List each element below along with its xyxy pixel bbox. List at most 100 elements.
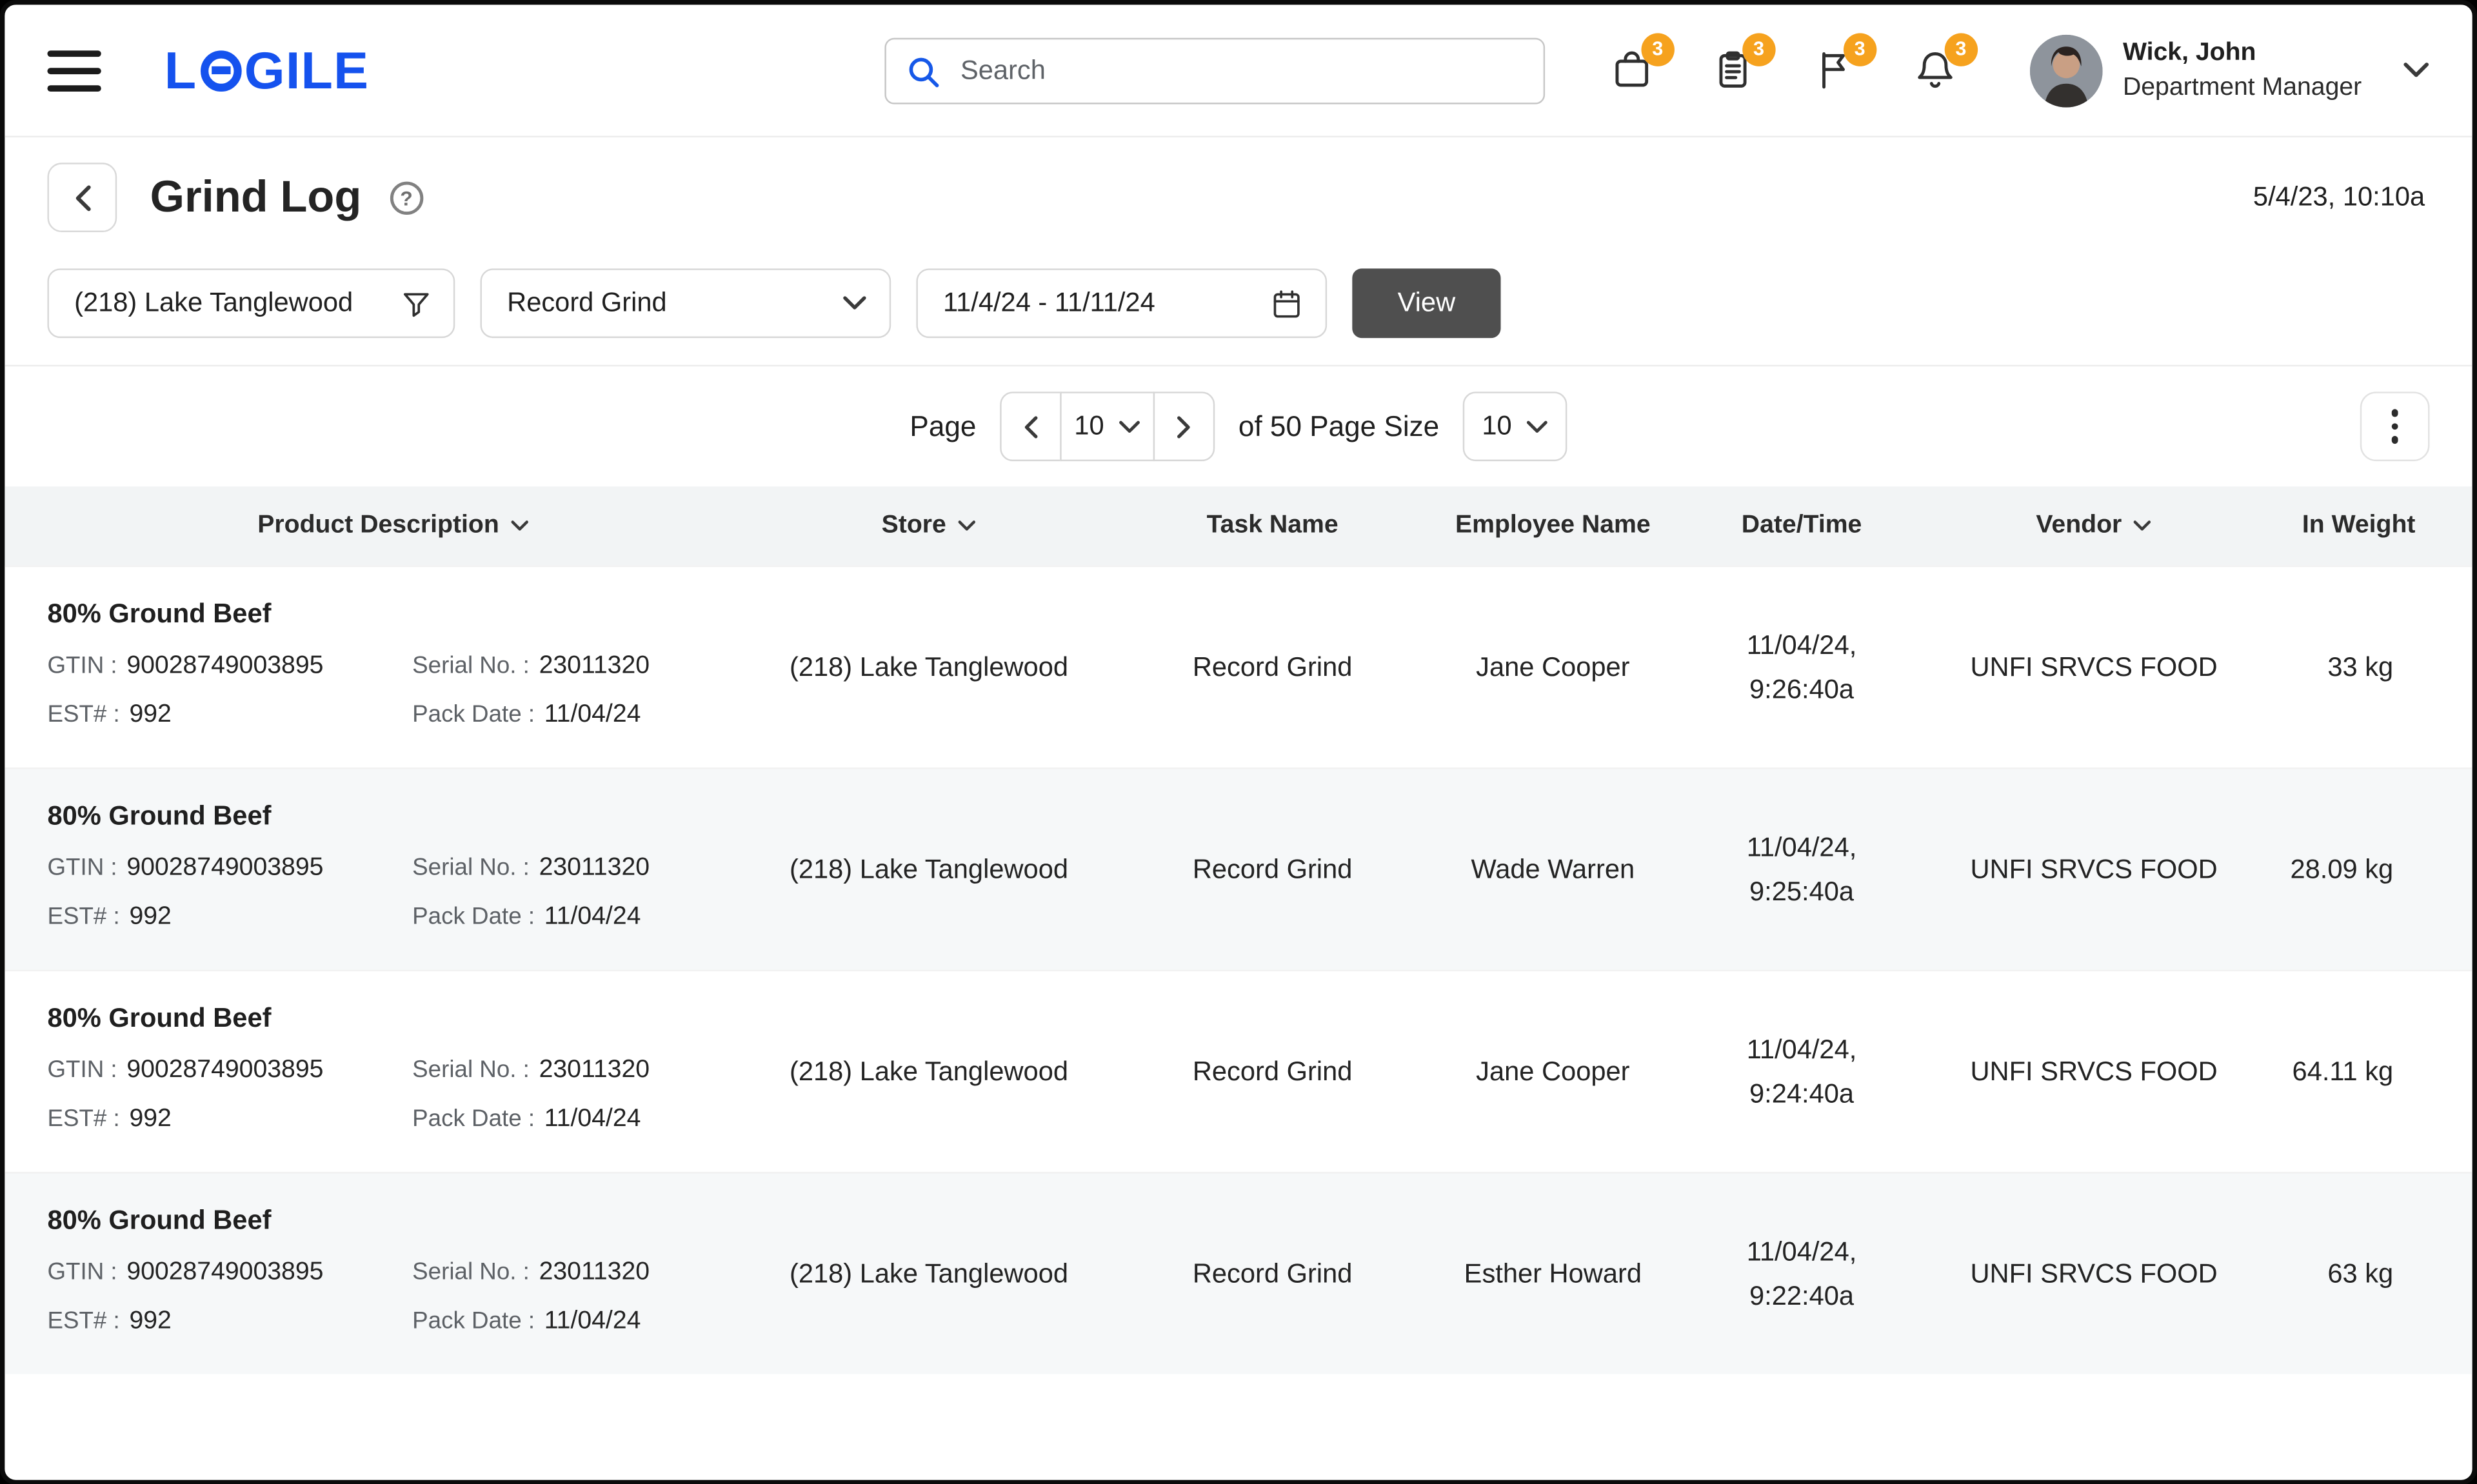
vendor-cell: UNFI SRVCS FOOD bbox=[1924, 971, 2264, 1172]
gtin-pair: GTIN : 90028749003895 bbox=[47, 649, 412, 681]
task-cell: Record Grind bbox=[1119, 1174, 1427, 1374]
brand-logo-o-icon bbox=[200, 50, 241, 91]
est-label: EST# : bbox=[47, 904, 119, 931]
user-avatar[interactable] bbox=[2029, 34, 2102, 107]
table-header-row: Product Description Store Task Name Empl… bbox=[5, 486, 2472, 565]
packdate-pair: Pack Date :11/04/24 bbox=[412, 900, 650, 932]
chevron-left-icon bbox=[70, 184, 94, 211]
column-header-store[interactable]: Store bbox=[739, 486, 1119, 565]
more-options-button[interactable] bbox=[2360, 391, 2430, 461]
page-number-value: 10 bbox=[1074, 411, 1104, 442]
date-value: 11/04/24, bbox=[1747, 1027, 1857, 1072]
brand-logo-text-right: GILE bbox=[244, 40, 370, 100]
user-block: Wick, John Department Manager bbox=[2123, 35, 2362, 105]
table-row[interactable]: 80% Ground Beef GTIN :90028749003895 Ser… bbox=[5, 970, 2472, 1172]
est-pair: EST# :992 bbox=[47, 1305, 412, 1336]
gtin-label: GTIN : bbox=[47, 1056, 117, 1083]
pagination-bar: Page 10 of 50 Page Size 10 bbox=[5, 388, 2472, 464]
calendar-icon bbox=[1270, 286, 1303, 319]
serial-label: Serial No. : bbox=[412, 652, 530, 679]
gtin-pair: GTIN :90028749003895 bbox=[47, 1256, 412, 1287]
store-cell: (218) Lake Tanglewood bbox=[739, 971, 1119, 1172]
datetime-cell: 11/04/24, 9:24:40a bbox=[1679, 971, 1924, 1172]
packdate-value: 11/04/24 bbox=[544, 701, 641, 728]
view-button[interactable]: View bbox=[1352, 268, 1500, 338]
table-row[interactable]: 80% Ground Beef GTIN :90028749003895 Ser… bbox=[5, 566, 2472, 767]
sort-chevron-icon bbox=[510, 520, 529, 533]
back-button[interactable] bbox=[47, 163, 117, 232]
gtin-label: GTIN : bbox=[47, 652, 117, 679]
clipboard-icon[interactable]: 3 bbox=[1711, 46, 1758, 94]
next-page-button[interactable] bbox=[1153, 391, 1215, 461]
flag-icon[interactable]: 3 bbox=[1812, 46, 1859, 94]
datetime-cell: 11/04/24, 9:25:40a bbox=[1679, 769, 1924, 970]
date-range-filter[interactable]: 11/4/24 - 11/11/24 bbox=[916, 268, 1327, 338]
packdate-label: Pack Date : bbox=[412, 1308, 535, 1335]
vendor-cell: UNFI SRVCS FOOD bbox=[1924, 567, 2264, 767]
store-cell: (218) Lake Tanglewood bbox=[739, 567, 1119, 767]
weight-cell: 63 kg bbox=[2263, 1174, 2472, 1374]
search-input[interactable] bbox=[960, 55, 1524, 87]
page-label: Page bbox=[910, 410, 976, 443]
datetime-cell: 11/04/24, 9:22:40a bbox=[1679, 1174, 1924, 1374]
chevron-down-icon bbox=[1119, 419, 1140, 433]
vendor-cell: UNFI SRVCS FOOD bbox=[1924, 1174, 2264, 1374]
employee-cell: Wade Warren bbox=[1426, 769, 1679, 970]
serial-pair: Serial No. :23011320 bbox=[412, 851, 650, 883]
page-size-select[interactable]: 10 bbox=[1463, 391, 1567, 461]
est-label: EST# : bbox=[47, 701, 119, 728]
brand-logo: LGILE bbox=[164, 40, 370, 100]
package-icon[interactable]: 3 bbox=[1609, 46, 1656, 94]
weight-cell: 28.09 kg bbox=[2263, 769, 2472, 970]
column-header-task: Task Name bbox=[1119, 486, 1427, 565]
product-name: 80% Ground Beef bbox=[47, 1205, 271, 1237]
chevron-right-icon bbox=[1175, 415, 1193, 439]
header-right-group: 3 3 3 bbox=[1609, 34, 2429, 107]
serial-pair: Serial No. :23011320 bbox=[412, 649, 650, 681]
est-pair: EST# :992 bbox=[47, 900, 412, 932]
table-row[interactable]: 80% Ground Beef GTIN :90028749003895 Ser… bbox=[5, 767, 2472, 969]
serial-label: Serial No. : bbox=[412, 1056, 530, 1083]
est-value: 992 bbox=[129, 1308, 171, 1335]
user-name: Wick, John bbox=[2123, 35, 2362, 70]
store-filter-value: (218) Lake Tanglewood bbox=[74, 288, 353, 319]
section-divider bbox=[5, 365, 2472, 366]
user-menu-chevron-icon[interactable] bbox=[2403, 62, 2430, 79]
column-header-vendor[interactable]: Vendor bbox=[1924, 486, 2264, 565]
page-number-select[interactable]: 10 bbox=[1060, 391, 1155, 461]
est-pair: EST# : 992 bbox=[47, 698, 412, 729]
page-title: Grind Log bbox=[150, 172, 362, 223]
bell-icon[interactable]: 3 bbox=[1913, 46, 1960, 94]
date-value: 11/04/24, bbox=[1747, 1230, 1857, 1274]
prev-page-button[interactable] bbox=[1000, 391, 1062, 461]
packdate-value: 11/04/24 bbox=[544, 1308, 641, 1335]
help-icon[interactable]: ? bbox=[390, 181, 423, 213]
store-filter[interactable]: (218) Lake Tanglewood bbox=[47, 268, 455, 338]
task-filter-dropdown[interactable]: Record Grind bbox=[480, 268, 891, 338]
est-value: 992 bbox=[129, 701, 171, 728]
time-value: 9:22:40a bbox=[1749, 1274, 1854, 1318]
page-size-value: 10 bbox=[1482, 411, 1511, 442]
store-cell: (218) Lake Tanglewood bbox=[739, 1174, 1119, 1374]
employee-cell: Esther Howard bbox=[1426, 1174, 1679, 1374]
column-header-datetime: Date/Time bbox=[1679, 486, 1924, 565]
pager-control: 10 bbox=[1000, 391, 1215, 461]
table-row[interactable]: 80% Ground Beef GTIN :90028749003895 Ser… bbox=[5, 1172, 2472, 1374]
gtin-label: GTIN : bbox=[47, 1259, 117, 1286]
column-header-product[interactable]: Product Description bbox=[5, 486, 739, 565]
packdate-label: Pack Date : bbox=[412, 904, 535, 931]
gtin-value: 90028749003895 bbox=[126, 652, 323, 679]
packdate-label: Pack Date : bbox=[412, 1105, 535, 1133]
time-value: 9:25:40a bbox=[1749, 869, 1854, 914]
page-size-label: of 50 Page Size bbox=[1238, 410, 1439, 443]
column-header-weight: In Weight bbox=[2263, 486, 2472, 565]
vendor-cell: UNFI SRVCS FOOD bbox=[1924, 769, 2264, 970]
filter-bar: (218) Lake Tanglewood Record Grind 11/4/… bbox=[5, 268, 2472, 338]
date-value: 11/04/24, bbox=[1747, 826, 1857, 870]
page-header: Grind Log ? 5/4/23, 10:10a bbox=[5, 163, 2472, 232]
menu-button[interactable] bbox=[47, 50, 101, 91]
gtin-value: 90028749003895 bbox=[126, 855, 323, 882]
chevron-left-icon bbox=[1022, 415, 1039, 439]
weight-cell: 33 kg bbox=[2263, 567, 2472, 767]
chevron-down-icon bbox=[1526, 419, 1548, 433]
